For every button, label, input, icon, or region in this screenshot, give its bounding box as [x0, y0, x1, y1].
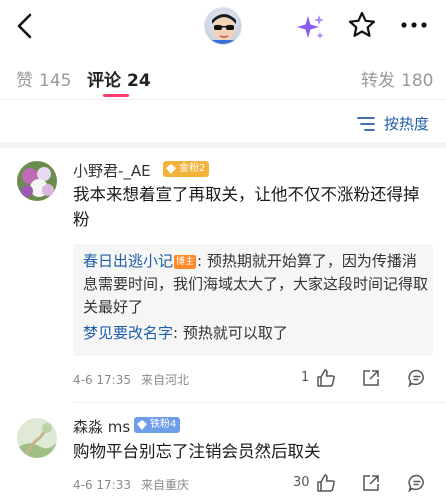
tab-reposts[interactable]: 转发 180 [361, 66, 433, 91]
tab-reposts-count: 180 [401, 71, 434, 91]
commenter-name[interactable]: 森淼 ms [73, 416, 130, 437]
commenter-name[interactable]: 小野君-_AE [73, 160, 151, 181]
reply-author[interactable]: 春日出逃小记 [83, 252, 173, 270]
reply-item[interactable]: 春日出逃小记 博主: 预热期就开始算了，因为传播消息需要时间，我们海域太大了，大家… [83, 250, 429, 319]
like-count: 30 [293, 475, 310, 490]
tab-likes-label: 赞 [16, 71, 33, 91]
top-bar [0, 0, 446, 52]
more-options-icon[interactable] [398, 10, 430, 40]
author-avatar[interactable] [204, 7, 242, 45]
post-tabs: 赞 145 评论 24 转发 180 [0, 58, 446, 100]
share-icon[interactable] [361, 368, 381, 388]
comment-item: 小野君-_AE 金粉2 我本来想着宣了再取关，让他不仅不涨粉还得掉粉 春日出逃小… [0, 150, 446, 400]
comment-separator [73, 402, 446, 403]
like-thumb-icon[interactable] [316, 473, 336, 493]
like-thumb-icon[interactable] [316, 368, 336, 388]
comment-date: 4-6 17:33 [73, 478, 131, 492]
tab-likes-count: 145 [39, 71, 72, 91]
reply-text: : 预热就可以取了 [173, 324, 288, 342]
replies-box[interactable]: 春日出逃小记 博主: 预热期就开始算了，因为传播消息需要时间，我们海域太大了，大家… [73, 244, 433, 356]
back-arrow-icon[interactable] [10, 10, 42, 42]
commenter-avatar[interactable] [17, 161, 57, 201]
sort-bar[interactable]: 按热度 [0, 108, 446, 138]
tab-comments-count: 24 [127, 71, 151, 91]
reply-item[interactable]: 梦见要改名字: 预热就可以取了 [83, 322, 429, 345]
comment-location: 来自河北 [141, 373, 190, 387]
diamond-icon [137, 420, 147, 430]
tab-comments-label: 评论 [87, 71, 121, 91]
fan-level-badge: 铁粉4 [134, 417, 181, 433]
ai-sparkle-icon[interactable] [296, 12, 326, 42]
fan-level-badge: 金粉2 [163, 161, 210, 177]
section-divider [0, 142, 446, 148]
diamond-icon [166, 164, 176, 174]
tab-likes[interactable]: 赞 145 [16, 66, 71, 91]
comment-meta: 4-6 17:33 来自重庆 [73, 476, 189, 493]
commenter-avatar[interactable] [17, 418, 57, 458]
sort-by-heat-label[interactable]: 按热度 [384, 113, 429, 134]
comment-date: 4-6 17:35 [73, 373, 131, 387]
like-count: 1 [301, 370, 310, 385]
host-tag: 博主 [174, 255, 197, 269]
reply-comment-icon[interactable] [407, 473, 427, 493]
tab-comments[interactable]: 评论 24 [87, 66, 151, 91]
fan-level-badge-text: 铁粉4 [150, 419, 177, 430]
tab-reposts-label: 转发 [361, 71, 395, 91]
comment-text: 购物平台别忘了注销会员然后取关 [73, 442, 321, 461]
sort-icon [356, 115, 376, 133]
reply-comment-icon[interactable] [407, 368, 427, 388]
favorite-star-icon[interactable] [347, 10, 377, 40]
comment-text: 我本来想着宣了再取关，让他不仅不涨粉还得掉粉 [73, 185, 420, 229]
fan-level-badge-text: 金粉2 [179, 163, 206, 174]
reply-author[interactable]: 梦见要改名字 [83, 324, 173, 342]
comment-item: 森淼 ms 铁粉4 购物平台别忘了注销会员然后取关 4-6 17:33 来自重庆 … [0, 404, 446, 500]
active-tab-indicator [103, 94, 129, 97]
comment-meta: 4-6 17:35 来自河北 [73, 371, 189, 388]
share-icon[interactable] [361, 473, 381, 493]
comment-location: 来自重庆 [141, 478, 190, 492]
